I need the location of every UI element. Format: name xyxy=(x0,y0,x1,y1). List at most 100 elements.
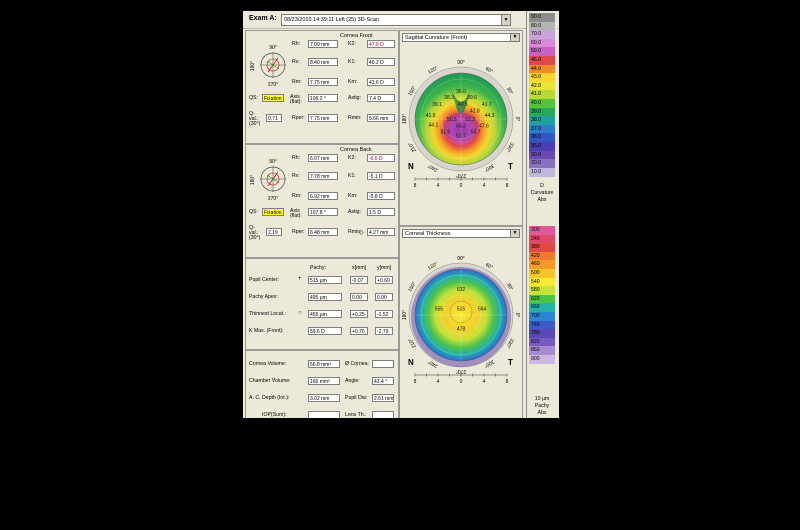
volume-panel: Cornea Volume: 56.8 mm³ Ø Cornea: Chamber V… xyxy=(245,350,399,418)
qs-value[interactable]: Fixation xyxy=(262,208,284,216)
map-value-label: 555 xyxy=(435,306,444,312)
temporal-label: T xyxy=(508,358,513,367)
map-value-label: 41.5 xyxy=(426,113,436,119)
field-value: 6.92 mm xyxy=(308,192,338,200)
pachy-row-label: K Max. (Front): xyxy=(249,328,284,334)
orientation-top-label: 90° xyxy=(269,45,277,51)
field-label: K1: xyxy=(348,59,356,65)
angle-label: 0° xyxy=(514,313,520,318)
field-value: 7.09 mm xyxy=(308,40,338,48)
orientation-left-label: 180° xyxy=(250,61,256,71)
axis-tick-label: 8 xyxy=(414,379,417,385)
back-title: Cornea Back xyxy=(340,147,372,153)
qval-value: 2.19 xyxy=(266,228,282,236)
map-value-label: 51.6 xyxy=(440,130,450,136)
axis-tick-label: 0 xyxy=(460,379,463,385)
volume-value xyxy=(308,411,340,418)
field-label: Axis (flat): xyxy=(290,208,302,219)
chevron-down-icon[interactable]: ▼ xyxy=(510,230,519,237)
field-label: Rv: xyxy=(292,173,300,179)
pachy-value: 455 µm xyxy=(308,310,342,318)
qs-value[interactable]: Fixation xyxy=(262,94,284,102)
x-column-header: x[mm] xyxy=(352,265,367,271)
chevron-down-icon[interactable]: ▼ xyxy=(501,15,510,25)
qval-value: 0.71 xyxy=(266,114,282,122)
corneal-thickness-map[interactable]: 90°120° 60°150° 30°180° 0°210° 330°240° 300°2… xyxy=(400,239,522,417)
cornea-front-panel: Cornea Front 90° 180° 270° Rh: 7.09 mm K2: 47.6… xyxy=(245,30,399,144)
field-label: Rper: xyxy=(292,229,305,235)
x-value: -0.07 xyxy=(350,276,368,284)
field-label: Rv: xyxy=(292,59,300,65)
field-label: Astig: xyxy=(348,209,361,215)
x-value: +0.76 xyxy=(350,327,368,335)
curvature-abs-label: Abs xyxy=(537,197,547,203)
nasal-label: N xyxy=(408,358,414,367)
volume-value: 166 mm³ xyxy=(308,377,340,385)
exam-row: Exam A: 08/23/2010 14:39:11 Left (25) 3D… xyxy=(243,11,559,29)
map-value-label: 38.3 xyxy=(444,95,454,101)
axis-tick-label: 0 xyxy=(460,183,463,189)
sagittal-curvature-map[interactable]: 90°120° 60°150° 30°180° 0°210° 330°240° 300°2… xyxy=(400,43,522,223)
map-value-label: 50.8 xyxy=(447,117,457,123)
field-value: 40.2 D xyxy=(367,58,395,66)
field-value: 7.4 D xyxy=(367,94,395,102)
field-label: K2: xyxy=(348,41,356,47)
map-value-label: 44.3 xyxy=(485,113,495,119)
field-label: K2: xyxy=(348,155,356,161)
angle-label: 180° xyxy=(402,114,408,124)
volume-label: Lens Th.: xyxy=(345,412,367,418)
volume-value xyxy=(372,360,394,368)
front-title: Cornea Front xyxy=(340,33,373,39)
temporal-label: T xyxy=(508,162,513,171)
field-value: -6.6 D xyxy=(367,154,395,162)
pachy-value: 495 µm xyxy=(308,293,342,301)
pachy-abs-label: Abs xyxy=(537,410,547,416)
volume-label: Cornea Volume: xyxy=(249,361,287,367)
exam-select[interactable]: 08/23/2010 14:39:11 Left (25) 3D-Scan ▼ xyxy=(281,14,511,26)
x-value: +0.25 xyxy=(350,310,368,318)
pachy-value: 515 µm xyxy=(308,276,342,284)
exam-value: 08/23/2010 14:39:11 Left (25) 3D-Scan xyxy=(284,17,379,23)
pachy-panel: Pachy: x[mm] y[mm] Pupil Center: +515 µm -0.0… xyxy=(245,258,399,350)
diamond-icon: ◇ xyxy=(359,230,364,236)
scale-step: 900 xyxy=(529,355,555,364)
y-value: 0.00 xyxy=(375,293,393,301)
field-label: Axis (flat): xyxy=(290,94,302,105)
field-label: Astig: xyxy=(348,95,361,101)
angle-label: 270° xyxy=(456,172,466,178)
thickness-map-select[interactable]: Corneal Thickness ▼ xyxy=(402,229,520,238)
map-value-label: 478 xyxy=(457,327,466,333)
map-value-label: 515 xyxy=(457,306,466,312)
angle-label: 270° xyxy=(456,368,466,374)
map-value-label: 632 xyxy=(457,287,466,293)
chevron-down-icon[interactable]: ▼ xyxy=(510,34,519,41)
field-label: K1: xyxy=(348,173,356,179)
field-label: Rmin: xyxy=(348,115,362,121)
field-label: Rm: xyxy=(292,193,302,199)
color-scale-bar: 90.0 80.0 70.0 60.0 50.0 46.0 44.0 43.0 42.0 41.0… xyxy=(526,11,557,418)
curvature-label: Curvature xyxy=(530,190,554,196)
qs-label: QS: xyxy=(249,95,258,101)
pachy-row-label: Pachy Apex: xyxy=(249,294,278,300)
field-value: 1.5 D xyxy=(367,208,395,216)
volume-value: 2.61 mm xyxy=(372,394,394,402)
pachy-row-label: Pupil Center: xyxy=(249,277,279,283)
field-value: 47.6 D xyxy=(367,40,395,48)
field-value: -5.8 D xyxy=(367,192,395,200)
y-value: -2.79 xyxy=(375,327,393,335)
axis-tick-label: 8 xyxy=(506,379,509,385)
volume-label: IOP(Sum): xyxy=(262,412,287,418)
map-value-label: 40.5 xyxy=(458,102,468,108)
angle-label: 90° xyxy=(457,60,465,66)
axis-tick-label: 4 xyxy=(437,183,440,189)
field-value: 106.2 ° xyxy=(308,94,338,102)
map-value-label: 44.1 xyxy=(429,122,439,128)
field-label: Rper: xyxy=(292,115,305,121)
sagittal-map-title: Sagittal Curvature (Front) xyxy=(405,35,468,41)
axis-tick-label: 4 xyxy=(437,379,440,385)
pachy-row-symbol-icon: ○ xyxy=(298,310,302,316)
volume-label: A. C. Depth (Int.): xyxy=(249,395,290,401)
y-column-header: y[mm] xyxy=(377,265,392,271)
pachy-unit: 10 µm xyxy=(534,396,550,402)
sagittal-map-select[interactable]: Sagittal Curvature (Front) ▼ xyxy=(402,33,520,42)
